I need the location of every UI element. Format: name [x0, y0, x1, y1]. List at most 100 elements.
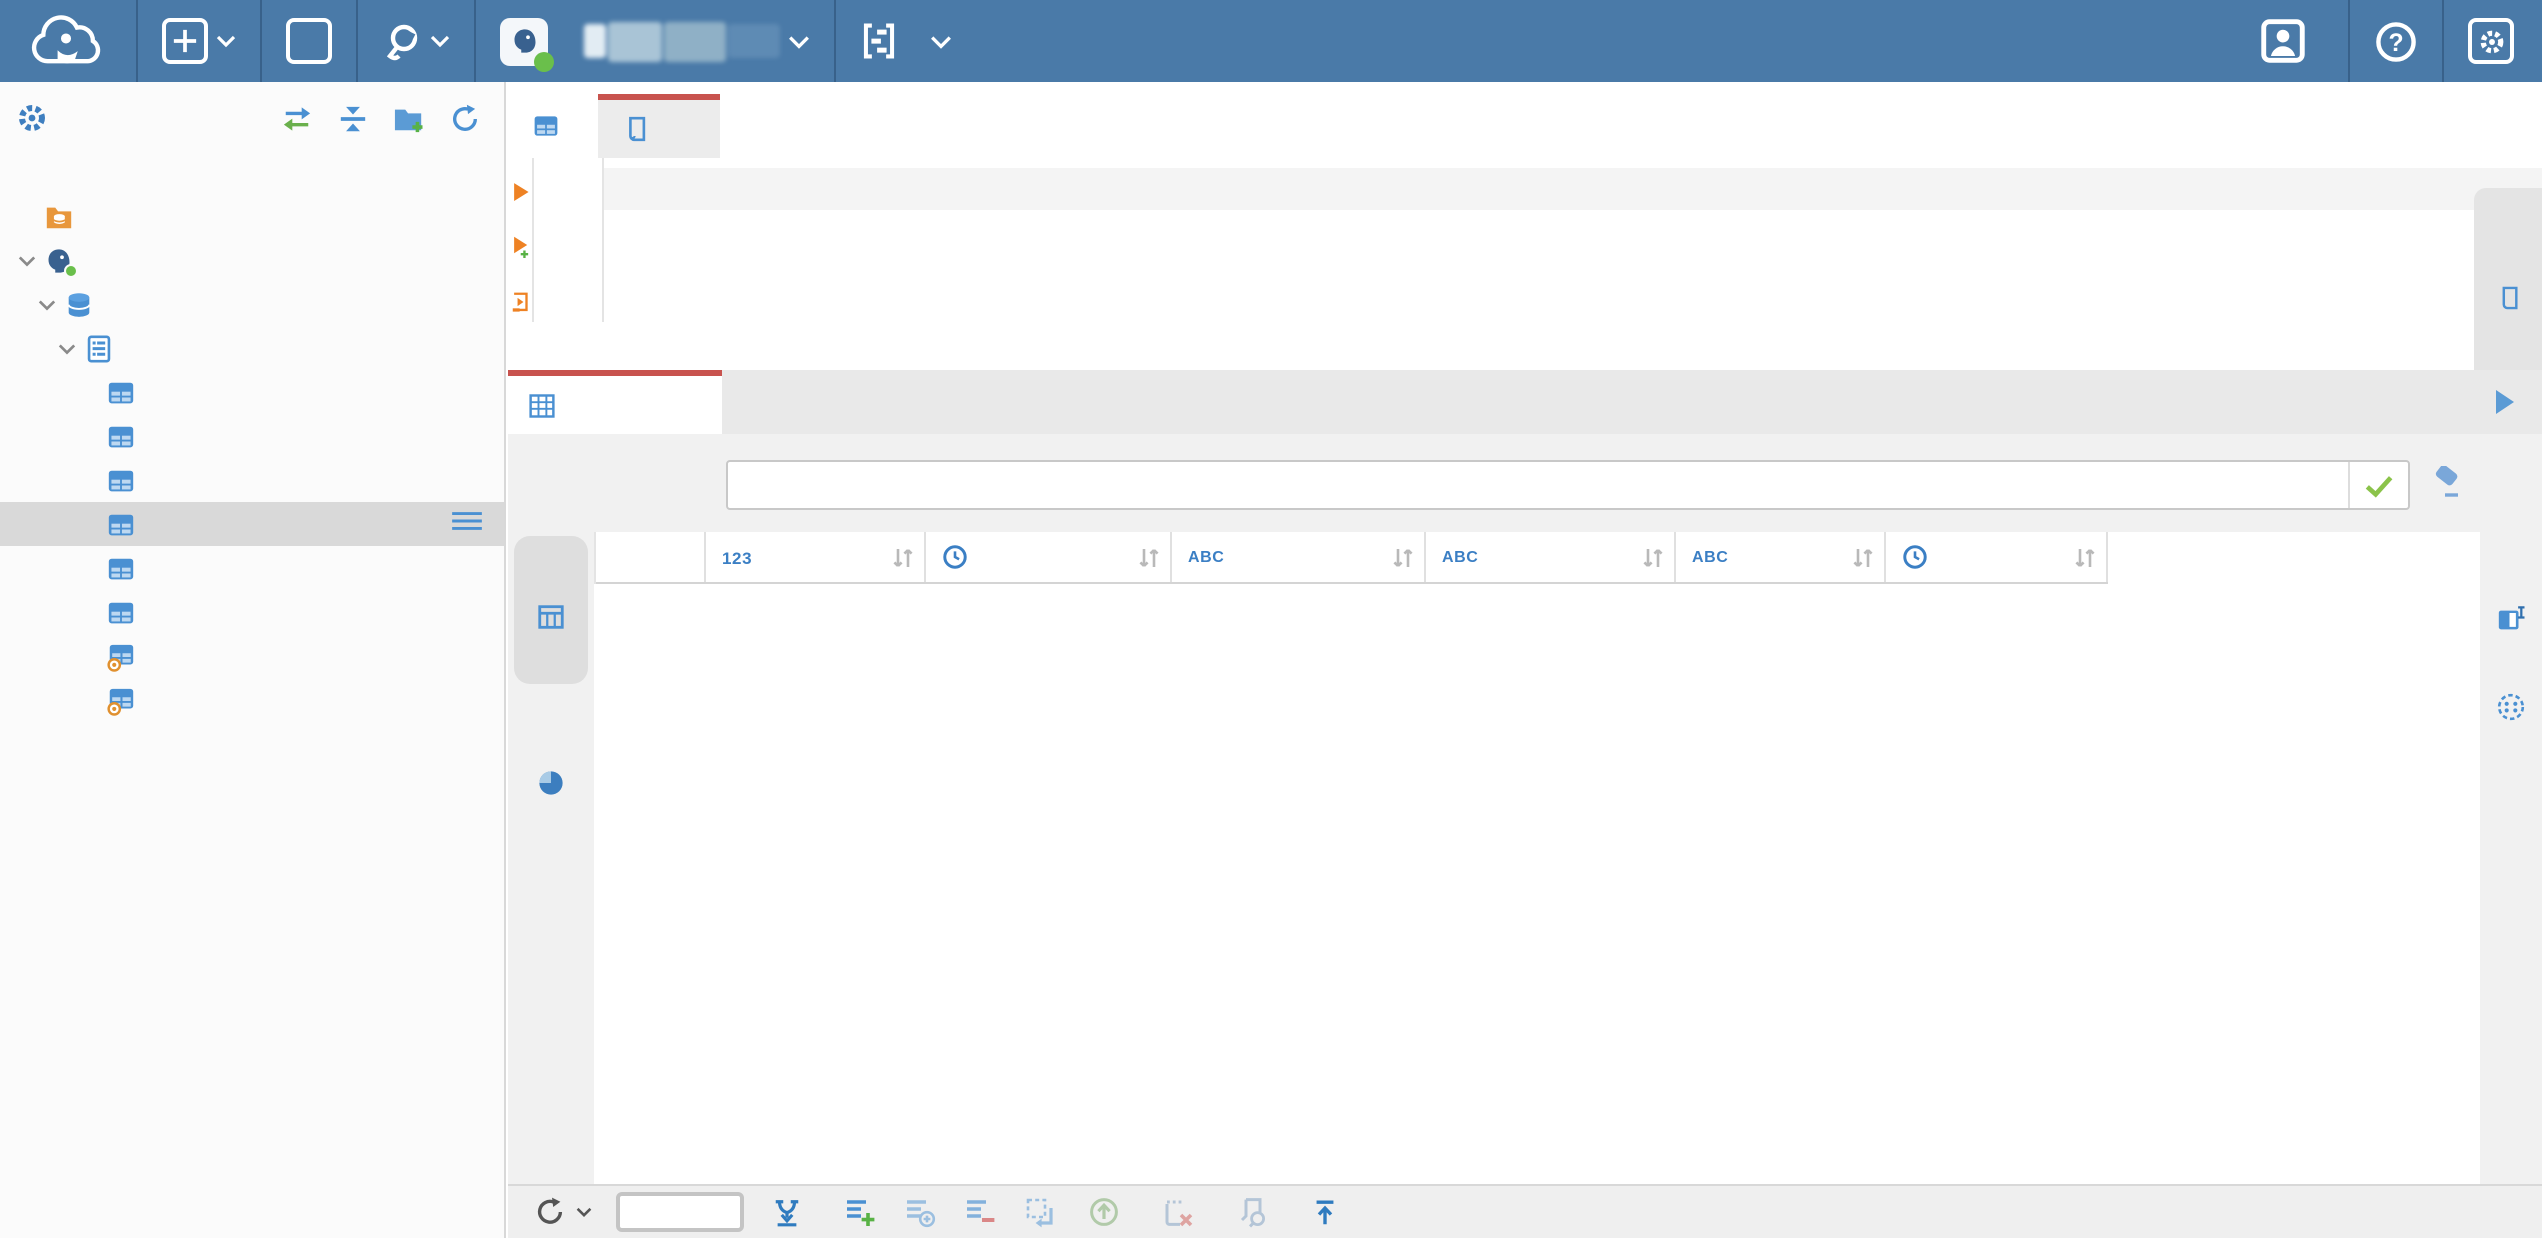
chevron-expanded-icon[interactable] [12, 253, 42, 267]
tab-result-1[interactable] [508, 370, 722, 434]
table-icon [104, 553, 136, 583]
add-folder-icon[interactable] [392, 103, 426, 133]
table-icon [104, 377, 136, 407]
tree-item-table-dept-emp[interactable] [0, 414, 504, 458]
add-row-button[interactable] [844, 1196, 876, 1228]
filter-input[interactable] [728, 462, 2348, 508]
tab-grouping-panel[interactable] [2480, 678, 2542, 722]
chevron-expanded-icon[interactable] [32, 297, 62, 311]
tree-item-view-dept-emp-latest-date[interactable] [0, 678, 504, 722]
script-icon [629, 116, 646, 142]
column-header-hire-date[interactable] [1886, 532, 2108, 582]
item-menu-icon[interactable] [450, 508, 484, 534]
new-connection-button[interactable] [138, 0, 260, 82]
connection-selector[interactable] [476, 0, 834, 82]
export-icon [1316, 1199, 1334, 1224]
sort-icon[interactable] [2074, 545, 2096, 569]
schema-icon [860, 22, 898, 60]
result-toolbar [508, 1184, 2542, 1238]
chevron-down-icon [931, 35, 951, 48]
data-grid: 123 ABC ABC ABC [594, 532, 2108, 584]
tree-item-schema-public[interactable] [0, 326, 504, 370]
navigator-sidebar [0, 82, 506, 1238]
tree-item-table-department[interactable] [0, 370, 504, 414]
table-icon [104, 465, 136, 495]
tab-employee[interactable] [508, 94, 598, 158]
table-icon [104, 421, 136, 451]
export-button[interactable] [1310, 1197, 1350, 1227]
settings-button[interactable] [2444, 0, 2542, 82]
database-tree [0, 194, 504, 722]
user-menu[interactable] [2236, 18, 2348, 64]
cloudbeaver-logo-icon [24, 12, 108, 70]
delete-row-button[interactable] [964, 1196, 996, 1228]
save-button[interactable] [1088, 1196, 1130, 1228]
execute-new-tab-icon[interactable] [510, 234, 532, 260]
revert-button[interactable] [1162, 1196, 1204, 1228]
chevron-down-icon [216, 35, 236, 48]
result-grid-area: 123 ABC ABC ABC [594, 532, 2480, 1184]
chevron-down-icon [576, 1207, 592, 1218]
postgresql-icon [42, 245, 78, 277]
open-sql-editor-button[interactable] [262, 0, 356, 82]
execute-query-icon[interactable] [510, 180, 532, 204]
column-header-emp-no[interactable]: 123 [706, 532, 926, 582]
wrench-icon [382, 21, 422, 61]
navigator-settings-icon[interactable] [16, 102, 48, 134]
execute-script-icon[interactable] [510, 290, 532, 314]
driver-manager-button[interactable] [358, 0, 474, 82]
row-limit-input[interactable] [616, 1192, 744, 1232]
sort-icon[interactable] [1642, 545, 1664, 569]
table-icon [534, 116, 558, 136]
help-button[interactable]: ? [2350, 0, 2442, 82]
tab-table-view[interactable] [514, 536, 588, 684]
column-header-gender[interactable]: ABC [1676, 532, 1886, 582]
tree-item-connection[interactable] [0, 238, 504, 282]
column-header-birth-date[interactable] [926, 532, 1172, 582]
table-grid-icon [538, 605, 564, 629]
tab-value-panel[interactable] [2480, 590, 2542, 634]
column-header-first-name[interactable]: ABC [1172, 532, 1426, 582]
schema-selector[interactable] [836, 0, 976, 82]
sort-icon[interactable] [1852, 545, 1874, 569]
checkmark-icon [2365, 475, 2393, 497]
script-button[interactable] [1236, 1196, 1278, 1228]
script-icon [2501, 285, 2517, 309]
column-header-index[interactable] [596, 532, 706, 582]
apply-filter-button[interactable] [2348, 462, 2408, 508]
chevron-expanded-icon[interactable] [52, 341, 82, 355]
tree-item-table-title[interactable] [0, 590, 504, 634]
sort-icon[interactable] [1392, 545, 1414, 569]
tab-charts-view[interactable] [514, 696, 588, 856]
tree-item-view-current-dept-emp[interactable] [0, 634, 504, 678]
refresh-tree-icon[interactable] [450, 103, 480, 133]
transpose-button[interactable] [1024, 1196, 1056, 1228]
tree-item-database-employee[interactable] [0, 282, 504, 326]
chevron-down-icon [430, 35, 450, 48]
refresh-results-button[interactable] [534, 1196, 592, 1228]
tree-item-table-dept-manager[interactable] [0, 458, 504, 502]
help-icon: ? [2376, 21, 2416, 61]
sort-icon[interactable] [1138, 545, 1160, 569]
script-preview-icon [1240, 1198, 1266, 1228]
tree-item-new-folder[interactable] [0, 194, 504, 238]
string-type-icon: ABC [1692, 548, 1729, 566]
maximize-panel-icon[interactable] [2496, 390, 2514, 414]
refresh-icon [537, 1197, 563, 1224]
collapse-all-icon[interactable] [338, 103, 368, 133]
tab-sql-editor[interactable] [598, 94, 720, 158]
fetch-more-button[interactable] [772, 1197, 812, 1227]
datetime-type-icon [943, 545, 967, 569]
user-avatar-icon [2260, 18, 2306, 64]
clear-filter-icon[interactable] [2426, 466, 2464, 500]
duplicate-row-button[interactable] [904, 1196, 936, 1228]
presentation-tabs [508, 534, 594, 1184]
tree-item-table-employee-selected[interactable] [0, 502, 504, 546]
tree-item-table-salary[interactable] [0, 546, 504, 590]
sync-connections-icon[interactable] [280, 103, 314, 133]
sort-icon[interactable] [892, 545, 914, 569]
tab-sql-editor-panel[interactable] [2474, 188, 2542, 392]
delete-row-icon [967, 1200, 995, 1222]
chevron-down-icon [789, 35, 809, 48]
column-header-last-name[interactable]: ABC [1426, 532, 1676, 582]
